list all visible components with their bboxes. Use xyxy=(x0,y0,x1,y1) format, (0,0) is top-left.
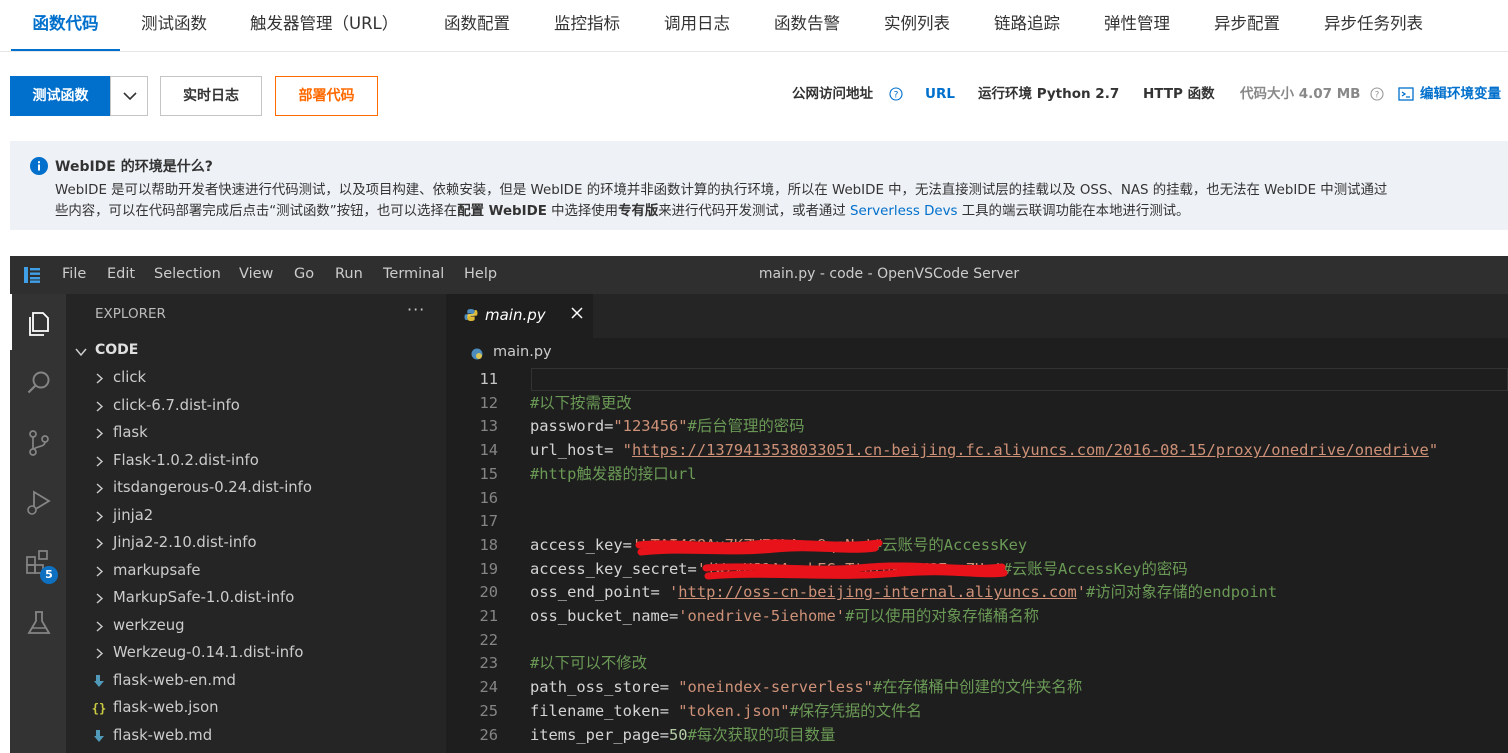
chevron-right-icon xyxy=(96,373,104,384)
tab-trigger-management[interactable]: 触发器管理（URL） xyxy=(250,0,398,51)
notice-line-1: WebIDE 是可以帮助开发者快速进行代码测试，以及项目构建、依赖安装，但是 W… xyxy=(55,183,1388,198)
close-icon[interactable] xyxy=(570,306,584,320)
chevron-right-icon xyxy=(96,538,104,549)
http-function-info: HTTP 函数 xyxy=(1143,86,1215,102)
red-scribble-redaction xyxy=(702,562,1008,580)
chevron-right-icon xyxy=(96,510,104,522)
explorer-files-icon[interactable] xyxy=(24,308,54,338)
title-bar: File Edit Selection View Go Run Terminal… xyxy=(10,256,1508,294)
public-url-label: 公网访问地址 xyxy=(792,86,873,102)
code-line: 15 #http触发器的接口url xyxy=(479,464,697,483)
code-line: 25 filename_token= "token.json"#保存凭据的文件名 xyxy=(479,701,922,720)
extensions-badge: 5 xyxy=(40,566,58,584)
code-line: 24 path_oss_store= "oneindex-serverless"#… xyxy=(479,678,1083,697)
chevron-right-icon xyxy=(96,483,104,494)
explorer-title: EXPLORER xyxy=(95,306,166,322)
info-icon xyxy=(30,157,48,175)
chevron-right-icon xyxy=(96,400,104,412)
search-icon[interactable] xyxy=(24,368,54,398)
tab-function-alarms[interactable]: 函数告警 xyxy=(774,0,840,51)
redacted-access-key: LTAI4G8Ax7KZWE2LAvz9qaNw xyxy=(635,534,883,558)
tab-function-code[interactable]: 函数代码 xyxy=(11,0,120,51)
edit-env-vars-link[interactable]: 编辑环境变量 xyxy=(1420,84,1501,104)
tab-invocation-logs[interactable]: 调用日志 xyxy=(664,0,730,51)
code-line: 23 #以下可以不修改 xyxy=(479,654,648,673)
chevron-right-icon xyxy=(96,593,104,604)
code-line: 16 xyxy=(479,488,498,507)
run-debug-icon[interactable] xyxy=(24,488,54,518)
tab-function-config[interactable]: 函数配置 xyxy=(444,0,510,51)
chevron-right-icon xyxy=(96,455,104,467)
code-line: 11 xyxy=(446,368,1508,392)
svg-text:?: ? xyxy=(1375,91,1380,101)
code-line: 17 xyxy=(479,512,498,531)
code-line: 21 oss_bucket_name='onedrive-5iehome'#可以使… xyxy=(479,607,1040,625)
code-url-link[interactable]: http://oss-cn-beijing-internal.aliyuncs.… xyxy=(678,583,1076,601)
chevron-right-icon xyxy=(96,620,104,632)
tab-async-config[interactable]: 异步配置 xyxy=(1214,0,1280,51)
markdown-file-icon xyxy=(94,729,104,742)
activity-bar: 5 xyxy=(10,294,66,753)
test-options-dropdown[interactable] xyxy=(110,76,148,116)
editor-area: main.py main.py 11 12 #以下按需更改 13 password=… xyxy=(446,294,1508,753)
code-url-link[interactable]: https://1379413538033051.cn-beijing.fc.a… xyxy=(632,441,1429,459)
tab-monitoring[interactable]: 监控指标 xyxy=(554,0,620,51)
code-size-info: 代码大小 4.07 MB xyxy=(1240,86,1361,102)
webide-window: File Edit Selection View Go Run Terminal… xyxy=(10,256,1508,753)
chevron-right-icon xyxy=(96,428,104,439)
window-title: main.py - code - OpenVSCode Server xyxy=(758,266,1020,282)
source-control-icon[interactable] xyxy=(24,428,54,458)
code-line: 19 access_key_secret='jWzyHJ1AAcghEGmTtqz… xyxy=(446,558,1508,582)
tab-tracing[interactable]: 链路追踪 xyxy=(994,0,1060,51)
url-link[interactable]: URL xyxy=(925,84,955,104)
code-line: 18 access_key='LTAI4G8Ax7KZWE2LAvz9qaNw '#… xyxy=(446,534,1508,558)
editor-tab-bar: main.py xyxy=(446,294,1508,338)
serverless-devs-link[interactable]: Serverless Devs xyxy=(850,204,958,219)
json-file-icon: {} xyxy=(92,702,106,716)
more-actions-icon[interactable]: ··· xyxy=(407,300,425,319)
python-file-icon xyxy=(464,309,478,321)
notice-title: WebIDE 的环境是什么? xyxy=(55,159,213,175)
testing-flask-icon[interactable] xyxy=(24,608,54,638)
markdown-file-icon xyxy=(94,674,104,687)
editor-tab-main-py[interactable]: main.py xyxy=(446,294,593,338)
realtime-log-button[interactable]: 实时日志 xyxy=(160,76,262,116)
code-line: 14 url_host= "https://1379413538033051.cn… xyxy=(479,441,1439,460)
explorer-sidebar: EXPLORER ··· CODE click click-6.7.dist-in… xyxy=(66,294,446,753)
deploy-code-button[interactable]: 部署代码 xyxy=(275,76,378,116)
current-line-highlight xyxy=(531,368,1508,391)
editor-tab-label: main.py xyxy=(485,306,546,324)
redacted-access-key-secret: jWzyHJ1AAcghEGmTtqzgk3FUSFsmZUa xyxy=(702,558,1008,582)
svg-text:?: ? xyxy=(894,91,899,101)
function-tabs: 函数代码 测试函数 触发器管理（URL） 函数配置 监控指标 调用日志 函数告警… xyxy=(0,0,1508,52)
help-icon[interactable]: ? xyxy=(1370,87,1384,101)
tab-instance-list[interactable]: 实例列表 xyxy=(884,0,950,51)
notice-line-2: 些内容，可以在代码部署完成后点击“测试函数”按钮，也可以选择在配置 WebIDE… xyxy=(55,204,1190,219)
code-line: 12 #以下按需更改 xyxy=(479,393,632,412)
test-function-button[interactable]: 测试函数 xyxy=(10,76,111,116)
code-line: 22 xyxy=(479,630,498,649)
code-line: 20 oss_end_point= 'http://oss-cn-beijing-… xyxy=(479,583,1278,602)
tab-elastic-management[interactable]: 弹性管理 xyxy=(1104,0,1170,51)
red-scribble-redaction xyxy=(635,539,883,556)
tab-test-function[interactable]: 测试函数 xyxy=(141,0,207,51)
help-icon[interactable]: ? xyxy=(889,87,903,101)
code-editor[interactable]: 11 12 #以下按需更改 13 password="123456"#后台管理的密码… xyxy=(446,368,1508,753)
webide-notice: WebIDE 的环境是什么? WebIDE 是可以帮助开发者快速进行代码测试，以… xyxy=(10,141,1508,230)
chevron-down-icon xyxy=(75,348,87,357)
svg-text:{}: {} xyxy=(92,702,106,716)
edit-env-icon xyxy=(1398,87,1414,101)
runtime-info: 运行环境 Python 2.7 xyxy=(978,86,1120,102)
python-file-icon xyxy=(471,348,483,360)
chevron-right-icon xyxy=(96,648,104,659)
tab-async-task-list[interactable]: 异步任务列表 xyxy=(1324,0,1423,51)
code-line: 13 password="123456"#后台管理的密码 xyxy=(479,417,805,436)
code-line: 26 items_per_page=50#每次获取的项目数量 xyxy=(479,725,836,744)
chevron-right-icon xyxy=(96,565,104,577)
chevron-down-icon xyxy=(123,92,137,101)
